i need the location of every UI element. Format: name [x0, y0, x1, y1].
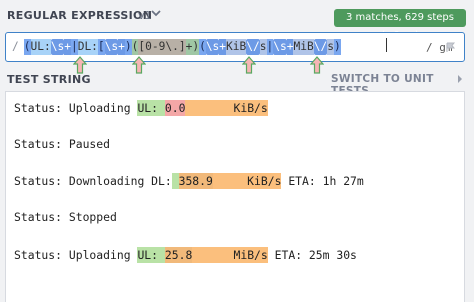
test-line: Status: Downloading DL: 358.9 KiB/s ETA:…: [14, 173, 364, 189]
match-info-badge: 3 matches, 629 steps (~0ms): [334, 9, 466, 41]
arrow-up-icon: [132, 56, 146, 74]
regex-token: |: [266, 39, 274, 55]
regex-token: UL:: [30, 39, 51, 55]
test-line: Status: Uploading UL: 0.0 KiB/s: [14, 100, 268, 116]
test-text: ETA: 25m 30s: [267, 248, 357, 262]
regex-token: (: [131, 39, 139, 55]
regex-token: KiB: [226, 39, 247, 55]
regex-close-delimiter: /: [426, 41, 433, 54]
arrow-up-icon: [73, 56, 87, 74]
test-line: Status: Uploading UL: 25.8 MiB/s ETA: 25…: [14, 247, 357, 263]
regex-text[interactable]: / (UL: \s + | DL:[\s +)([0-9\.] +)(\s + KiB \/s | \…: [12, 39, 341, 55]
match-highlight: 358.9: [178, 173, 213, 189]
flag-icon[interactable]: [446, 42, 456, 52]
regex-token: \/: [246, 39, 260, 55]
match-highlight: [171, 173, 179, 189]
regex-token: \s: [205, 39, 220, 55]
test-string-editor[interactable]: Status: Uploading UL: 0.0 KiB/s Status: P…: [5, 91, 465, 302]
match-highlight: 0.0: [164, 100, 186, 116]
chevron-right-icon[interactable]: [455, 73, 465, 85]
test-line: Status: Paused: [14, 136, 110, 152]
test-string-title: TEST STRING: [7, 73, 91, 86]
regex-token: ): [192, 39, 200, 55]
regex-section-title: REGULAR EXPRESSION: [7, 9, 153, 22]
test-text: Status: Uploading: [14, 101, 138, 115]
match-highlight: KiB/s: [212, 173, 282, 189]
regex-token: [: [97, 39, 105, 55]
regex-token: MiB: [293, 39, 314, 55]
regex-token: s: [327, 39, 334, 55]
regex-token: (: [23, 39, 31, 55]
test-text: Status: Stopped: [14, 210, 117, 224]
regex-token: \s: [104, 39, 119, 55]
regex-token: +: [64, 39, 71, 55]
text-cursor: [386, 38, 387, 52]
test-text: Status: Uploading: [14, 248, 138, 262]
match-highlight: UL:: [137, 100, 165, 116]
test-text: ETA: 1h 27m: [281, 174, 364, 188]
regex-token: +: [286, 39, 294, 55]
match-highlight: UL:: [137, 247, 165, 263]
regex-token: \/: [313, 39, 328, 55]
regex-token: \s: [50, 39, 65, 55]
regex-token: (: [199, 39, 206, 55]
regex-token: DL:: [77, 39, 98, 55]
regex-token: |: [70, 39, 78, 55]
regex-token: [0-9\.]: [138, 39, 186, 55]
regex-token: +: [118, 39, 125, 55]
test-line: Status: Stopped: [14, 209, 117, 225]
match-highlight: MiB/s: [192, 247, 268, 263]
arrow-up-icon: [242, 56, 256, 74]
regex-open-delimiter: /: [12, 40, 19, 53]
regex-token: +: [219, 39, 227, 55]
regex-token: +: [185, 39, 193, 55]
arrow-up-icon: [310, 56, 324, 74]
regex-token: \s: [273, 39, 287, 55]
regex-header: REGULAR EXPRESSION v1 3 matches, 629 ste…: [0, 0, 474, 41]
regex-token: ): [333, 39, 341, 55]
regex-token: ): [124, 39, 132, 55]
match-highlight: KiB/s: [185, 100, 268, 116]
regex-token: s: [259, 39, 267, 55]
chevron-down-icon[interactable]: [149, 6, 163, 20]
test-text: Status: Paused: [14, 137, 111, 151]
match-highlight: 25.8: [164, 247, 193, 263]
test-text: Status: Downloading DL:: [14, 174, 172, 188]
